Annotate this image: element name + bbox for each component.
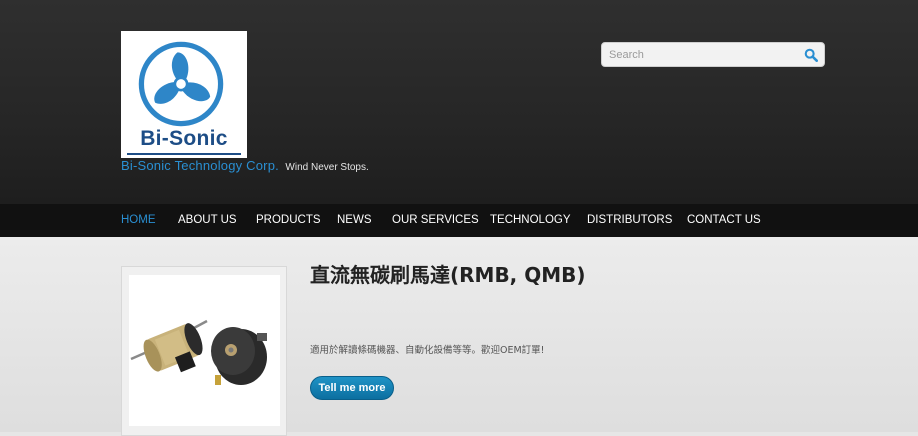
product-title: 直流無碳刷馬達(RMB, QMB) bbox=[310, 263, 586, 287]
fan-logo-icon bbox=[138, 41, 224, 127]
logo-underline bbox=[127, 153, 241, 155]
site-header: Bi-Sonic Bi-Sonic Technology Corp. Wind … bbox=[0, 0, 918, 204]
nav-item-our-services[interactable]: OUR SERVICES bbox=[392, 204, 479, 237]
search-box bbox=[601, 42, 825, 67]
product-description: 適用於解讀條碼機器、自動化設備等等。歡迎OEM訂單! bbox=[310, 345, 545, 356]
nav-item-news[interactable]: NEWS bbox=[337, 204, 372, 237]
motor-product-image[interactable] bbox=[129, 275, 280, 426]
search-input[interactable] bbox=[609, 46, 789, 64]
main-content: 直流無碳刷馬達(RMB, QMB) 適用於解讀條碼機器、自動化設備等等。歡迎OE… bbox=[0, 237, 918, 436]
product-image-frame bbox=[121, 266, 287, 436]
nav-item-about-us[interactable]: ABOUT US bbox=[178, 204, 237, 237]
company-name[interactable]: Bi-Sonic Technology Corp. bbox=[121, 158, 279, 173]
nav-item-contact-us[interactable]: CONTACT US bbox=[687, 204, 761, 237]
nav-item-distributors[interactable]: DISTRIBUTORS bbox=[587, 204, 672, 237]
logo-wordmark: Bi-Sonic bbox=[140, 127, 228, 150]
nav-item-products[interactable]: PRODUCTS bbox=[256, 204, 321, 237]
main-navigation: HOME ABOUT US PRODUCTS NEWS OUR SERVICES… bbox=[0, 204, 918, 237]
nav-item-home[interactable]: HOME bbox=[121, 204, 156, 237]
nav-item-technology[interactable]: TECHNOLOGY bbox=[490, 204, 571, 237]
search-icon[interactable] bbox=[804, 48, 818, 62]
site-tagline: Bi-Sonic Technology Corp. Wind Never Sto… bbox=[121, 157, 369, 175]
company-logo[interactable]: Bi-Sonic bbox=[121, 31, 247, 158]
company-motto: Wind Never Stops. bbox=[285, 162, 369, 173]
tell-me-more-button[interactable]: Tell me more bbox=[310, 376, 394, 400]
